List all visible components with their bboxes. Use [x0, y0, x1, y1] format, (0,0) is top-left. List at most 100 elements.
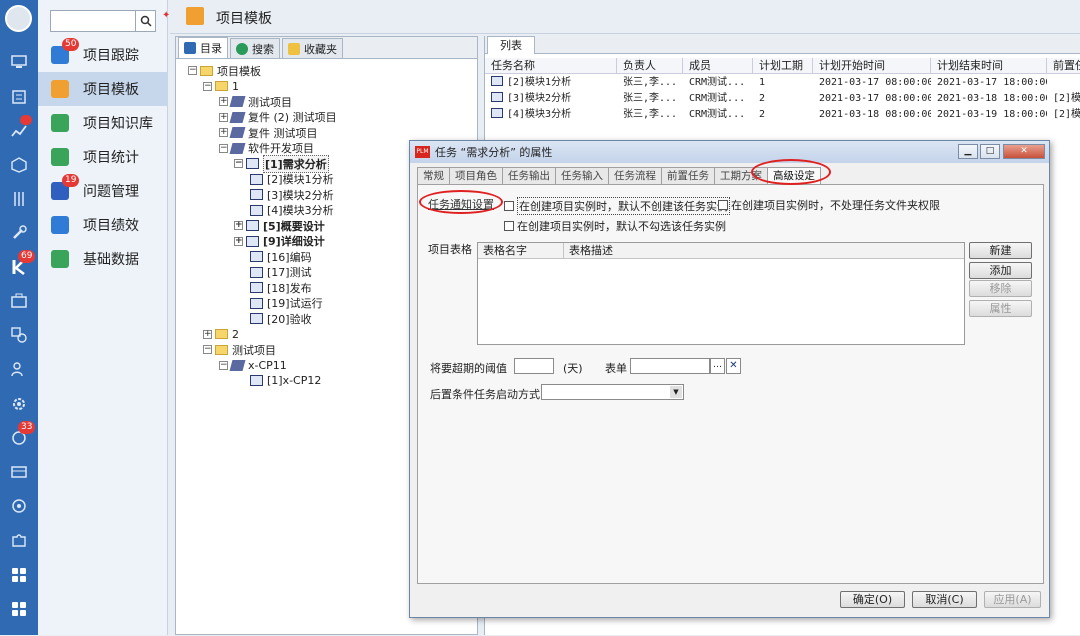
checkbox-no-folder-permission[interactable]: 在创建项目实例时，不处理任务文件夹权限 [718, 197, 940, 213]
tree-node[interactable]: + [5]概要设计 [234, 218, 325, 233]
table-cell[interactable]: [2]模 [1047, 91, 1080, 107]
col-header-desc[interactable]: 表格描述 [564, 243, 964, 259]
tree-node[interactable]: + [9]详细设计 [234, 234, 325, 249]
expand-icon[interactable]: + [219, 112, 228, 122]
table-cell[interactable]: 2021-03-18 08:00:00 [813, 107, 931, 123]
tree-node[interactable]: − 测试项目 [203, 342, 276, 357]
ok-button[interactable]: 确定(O) [840, 591, 905, 608]
table-cell[interactable]: 张三,李... [617, 75, 683, 91]
tree-node[interactable]: [1]x-CP12 [250, 373, 321, 388]
nav-item[interactable]: 项目模板 [38, 72, 168, 106]
nav-item[interactable]: 50 项目跟踪 [38, 38, 168, 72]
dialog-tab[interactable]: 任务流程 [608, 167, 662, 184]
table-cell[interactable]: 1 [753, 75, 813, 91]
form-table[interactable]: 表格名字 表格描述 [477, 242, 965, 345]
minimize-button[interactable]: ▁ [958, 144, 978, 159]
collapse-icon[interactable]: − [203, 81, 212, 91]
gear-icon[interactable] [0, 389, 38, 419]
nav-item[interactable]: 基础数据 [38, 242, 168, 276]
column-header[interactable]: 计划开始时间 [813, 58, 931, 74]
tree-node[interactable]: + 复件 测试项目 [219, 125, 318, 140]
table-cell[interactable]: 2021-03-17 08:00:00 [813, 75, 931, 91]
table-cell[interactable]: 2 [753, 107, 813, 123]
maximize-button[interactable]: □ [980, 144, 1000, 159]
expand-icon[interactable]: + [203, 329, 212, 339]
expand-icon[interactable]: + [234, 236, 243, 246]
remove-button[interactable]: 移除 [969, 280, 1032, 297]
collapse-icon[interactable]: − [219, 360, 228, 370]
column-header[interactable]: 任务名称 [485, 58, 617, 74]
clear-icon[interactable]: ✕ [726, 358, 741, 374]
tree-node[interactable]: − [1]需求分析 [234, 154, 329, 173]
tree-node[interactable]: + 测试项目 [219, 94, 292, 109]
sliders-icon[interactable] [0, 184, 38, 214]
table-cell[interactable]: 张三,李... [617, 91, 683, 107]
table-cell[interactable]: 2021-03-19 18:00:00 [931, 107, 1047, 123]
puzzle-icon[interactable] [0, 525, 38, 555]
column-header[interactable]: 成员 [683, 58, 753, 74]
tree-node[interactable]: [17]测试 [250, 265, 312, 280]
start-mode-select[interactable]: ▼ [541, 384, 684, 400]
checkbox-no-check-instance[interactable]: 在创建项目实例时，默认不勾选该任务实例 [504, 218, 726, 234]
avatar[interactable] [5, 5, 32, 32]
shapes-icon[interactable] [0, 320, 38, 350]
tree-node[interactable]: [16]编码 [250, 249, 312, 264]
users-icon[interactable] [0, 354, 38, 384]
dialog-tab[interactable]: 常规 [417, 167, 450, 184]
tab-list[interactable]: 列表 [487, 36, 535, 54]
tab-search[interactable]: 搜索 [230, 38, 280, 58]
expand-icon[interactable]: + [219, 128, 228, 137]
dialog-tab[interactable]: 项目角色 [449, 167, 503, 184]
tree-node[interactable]: [4]模块3分析 [250, 203, 334, 218]
table-cell[interactable]: [4]模块3分析 [485, 107, 617, 123]
tree-node[interactable]: [3]模块2分析 [250, 187, 334, 202]
table-cell[interactable] [1047, 75, 1080, 91]
tree-node[interactable]: [20]验收 [250, 311, 312, 326]
expand-icon[interactable]: + [219, 97, 228, 106]
column-header[interactable]: 计划工期 [753, 58, 813, 74]
briefcase-icon[interactable] [0, 286, 38, 316]
close-button[interactable]: ✕ [1003, 144, 1045, 159]
dialog-tab[interactable]: 任务输入 [555, 167, 609, 184]
apps-icon-2[interactable] [0, 594, 38, 624]
properties-button[interactable]: 属性 [969, 300, 1032, 317]
col-header-name[interactable]: 表格名字 [478, 243, 564, 259]
form-input[interactable] [630, 358, 710, 374]
nav-item[interactable]: 项目统计 [38, 140, 168, 174]
new-button[interactable]: 新建 [969, 242, 1032, 259]
table-cell[interactable]: 2 [753, 91, 813, 107]
tree-node[interactable]: [19]试运行 [250, 296, 323, 311]
collapse-icon[interactable]: − [203, 345, 212, 354]
wrench-icon[interactable] [0, 218, 38, 248]
tree-node[interactable]: [18]发布 [250, 280, 312, 295]
threshold-input[interactable] [514, 358, 554, 374]
dialog-tab[interactable]: 前置任务 [661, 167, 715, 184]
checkbox-no-create-instance[interactable]: 在创建项目实例时，默认不创建该任务实例 [504, 197, 730, 215]
target-icon[interactable] [0, 491, 38, 521]
trend-icon[interactable] [0, 116, 38, 146]
tab-favorites[interactable]: 收藏夹 [282, 38, 343, 58]
tree-node[interactable]: +2 [203, 327, 239, 342]
nav-item[interactable]: 19 问题管理 [38, 174, 168, 208]
table-cell[interactable]: CRM测试... [683, 91, 753, 107]
table-cell[interactable]: 2021-03-17 18:00:00 [931, 75, 1047, 91]
add-button[interactable]: 添加 [969, 262, 1032, 279]
collapse-icon[interactable]: − [234, 159, 243, 168]
list-icon[interactable] [0, 82, 38, 112]
table-cell[interactable]: 2021-03-18 18:00:00 [931, 91, 1047, 107]
table-cell[interactable]: [2]模 [1047, 107, 1080, 123]
tree-node[interactable]: − x-CP11 [219, 358, 287, 373]
tree-node[interactable]: − 软件开发项目 [219, 141, 314, 156]
tree-node[interactable]: − 项目模板 [188, 63, 261, 78]
apply-button[interactable]: 应用(A) [984, 591, 1041, 608]
collapse-icon[interactable]: − [219, 143, 228, 153]
column-header[interactable]: 前置任 [1047, 58, 1080, 74]
column-header[interactable]: 计划结束时间 [931, 58, 1047, 74]
expand-icon[interactable]: + [234, 221, 243, 230]
table-cell[interactable]: CRM测试... [683, 75, 753, 91]
table-cell[interactable]: CRM测试... [683, 107, 753, 123]
table-cell[interactable]: [2]模块1分析 [485, 75, 617, 91]
apps-icon[interactable] [0, 560, 38, 590]
tree-node[interactable]: + 复件 (2) 测试项目 [219, 110, 337, 125]
browse-button[interactable]: … [710, 358, 725, 374]
